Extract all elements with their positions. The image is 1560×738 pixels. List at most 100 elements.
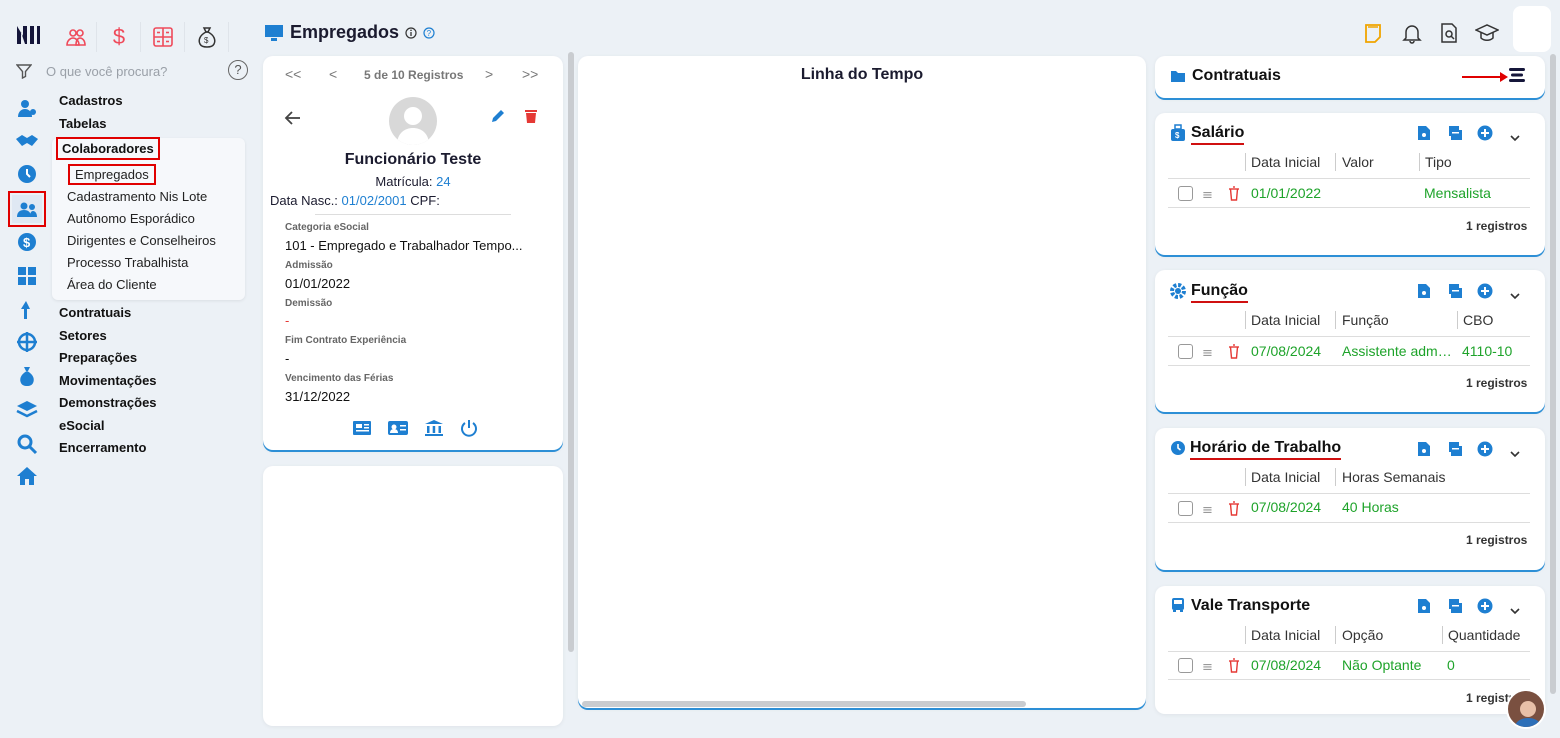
vt-col-data: Data Inicial xyxy=(1251,627,1321,643)
rail-contratuais-icon[interactable] xyxy=(12,298,42,322)
horario-history-icon[interactable] xyxy=(1447,441,1463,461)
rail-network-icon[interactable] xyxy=(12,330,42,354)
right-scrollbar[interactable] xyxy=(1550,54,1556,694)
funcao-add-icon[interactable] xyxy=(1477,283,1493,303)
last-page-button[interactable]: >> xyxy=(522,66,538,82)
back-arrow-icon[interactable] xyxy=(284,110,302,130)
vt-row-delete-icon[interactable] xyxy=(1228,658,1240,677)
timeline-title: Linha do Tempo xyxy=(800,66,924,83)
chat-assistant-avatar[interactable] xyxy=(1506,689,1546,729)
submenu-item-area-cliente[interactable]: Área do Cliente xyxy=(67,277,157,292)
first-page-button[interactable]: << xyxy=(285,66,301,82)
salario-col-valor: Valor xyxy=(1342,154,1374,170)
rail-calculator-icon[interactable] xyxy=(12,264,42,288)
menu-item-demonstracoes[interactable]: Demonstrações xyxy=(59,395,157,410)
rail-moneybag-icon[interactable] xyxy=(12,364,42,388)
note-icon[interactable] xyxy=(1362,22,1384,48)
help-circle-icon[interactable]: ? xyxy=(423,26,435,39)
rail-search-icon[interactable] xyxy=(12,432,42,456)
horario-add-icon[interactable] xyxy=(1477,441,1493,461)
menu-item-setores[interactable]: Setores xyxy=(59,328,107,343)
rail-colaboradores-icon[interactable] xyxy=(8,191,46,227)
menu-item-esocial[interactable]: eSocial xyxy=(59,418,105,433)
funcao-row-checkbox[interactable] xyxy=(1178,344,1193,359)
col-sep xyxy=(1245,153,1246,171)
ferias-label: Vencimento das Férias xyxy=(285,373,394,384)
horario-row-checkbox[interactable] xyxy=(1178,501,1193,516)
id-card-icon[interactable] xyxy=(387,419,409,441)
left-scrollbar[interactable] xyxy=(568,52,574,652)
salario-history-icon[interactable] xyxy=(1447,125,1463,145)
salario-chevron-icon[interactable] xyxy=(1509,128,1521,147)
user-avatar-slot[interactable] xyxy=(1513,6,1551,52)
funcao-history-icon[interactable] xyxy=(1447,283,1463,303)
vt-add-icon[interactable] xyxy=(1477,598,1493,618)
edit-pencil-icon[interactable] xyxy=(490,108,506,128)
horario-row-delete-icon[interactable] xyxy=(1228,501,1240,520)
newspaper-icon[interactable] xyxy=(352,419,372,441)
rail-dollar-icon[interactable]: $ xyxy=(12,230,42,254)
menu-item-movimentacoes[interactable]: Movimentações xyxy=(59,373,157,388)
graduation-cap-icon[interactable] xyxy=(1474,22,1500,48)
drag-handle-icon[interactable]: ≡ xyxy=(1202,346,1213,361)
search-bar[interactable]: O que você procura? ? xyxy=(16,60,248,82)
fim-contrato-value: - xyxy=(285,351,290,366)
bank-icon[interactable] xyxy=(424,419,444,441)
rail-clock-icon[interactable] xyxy=(12,162,42,186)
app-logo[interactable] xyxy=(14,22,42,48)
vt-chevron-icon[interactable] xyxy=(1509,601,1521,620)
vt-history-icon[interactable] xyxy=(1447,598,1463,618)
salario-add-icon[interactable] xyxy=(1477,125,1493,145)
vt-row-checkbox[interactable] xyxy=(1178,658,1193,673)
menu-item-tabelas[interactable]: Tabelas xyxy=(59,116,106,131)
drag-handle-icon[interactable]: ≡ xyxy=(1202,503,1213,518)
menu-hamburger-icon[interactable] xyxy=(1508,67,1526,87)
vt-view-icon[interactable] xyxy=(1417,598,1431,618)
rail-handshake-icon[interactable] xyxy=(12,129,42,153)
delete-trash-icon[interactable] xyxy=(524,108,538,128)
rail-layers-icon[interactable] xyxy=(12,397,42,421)
funcao-chevron-icon[interactable] xyxy=(1509,286,1521,305)
submenu-item-empregados[interactable]: Empregados xyxy=(68,164,156,185)
money-bag-icon[interactable]: $ xyxy=(194,24,220,50)
help-icon[interactable]: ? xyxy=(228,60,248,80)
admissao-label: Admissão xyxy=(285,260,333,271)
power-icon[interactable] xyxy=(459,418,479,442)
drag-handle-icon[interactable]: ≡ xyxy=(1202,660,1213,675)
filter-icon[interactable] xyxy=(16,63,32,79)
submenu-item-autonomo[interactable]: Autônomo Esporádico xyxy=(67,211,195,226)
folder-icon xyxy=(1171,71,1185,82)
submenu-item-processo[interactable]: Processo Trabalhista xyxy=(67,255,188,270)
submenu-item-dirigentes[interactable]: Dirigentes e Conselheiros xyxy=(67,233,216,248)
document-search-icon[interactable] xyxy=(1438,22,1460,48)
search-input[interactable]: O que você procura? xyxy=(46,64,167,79)
submenu-item-cadastramento[interactable]: Cadastramento Nis Lote xyxy=(67,189,207,204)
menu-item-encerramento[interactable]: Encerramento xyxy=(59,440,146,455)
next-page-button[interactable]: > xyxy=(485,66,493,82)
salario-row-delete-icon[interactable] xyxy=(1228,186,1240,205)
calculator-icon[interactable] xyxy=(150,24,176,50)
prev-page-button[interactable]: < xyxy=(329,66,337,82)
record-counter: 5 de 10 Registros xyxy=(364,68,464,82)
funcao-row-delete-icon[interactable] xyxy=(1228,344,1240,363)
drag-handle-icon[interactable]: ≡ xyxy=(1202,188,1213,203)
people-icon[interactable] xyxy=(63,24,89,50)
menu-item-preparacoes[interactable]: Preparações xyxy=(59,350,137,365)
funcao-view-icon[interactable] xyxy=(1417,283,1431,303)
menu-item-contratuais[interactable]: Contratuais xyxy=(59,305,131,320)
rail-home-icon[interactable] xyxy=(12,464,42,488)
menu-item-cadastros[interactable]: Cadastros xyxy=(59,93,123,108)
page-title: Empregados xyxy=(290,22,400,42)
rail-cadastros-icon[interactable] xyxy=(12,96,42,120)
horario-view-icon[interactable] xyxy=(1417,441,1431,461)
salario-view-icon[interactable] xyxy=(1417,125,1431,145)
bell-icon[interactable] xyxy=(1401,22,1423,48)
menu-item-colaboradores[interactable]: Colaboradores xyxy=(56,137,160,160)
funcao-count: 1 registros xyxy=(1466,376,1528,390)
row-divider xyxy=(1168,178,1530,179)
salario-row-checkbox[interactable] xyxy=(1178,186,1193,201)
timeline-scrollbar[interactable] xyxy=(582,701,1026,707)
info-icon[interactable] xyxy=(405,26,417,39)
dollar-icon[interactable]: $ xyxy=(106,24,132,50)
horario-chevron-icon[interactable] xyxy=(1509,444,1521,463)
